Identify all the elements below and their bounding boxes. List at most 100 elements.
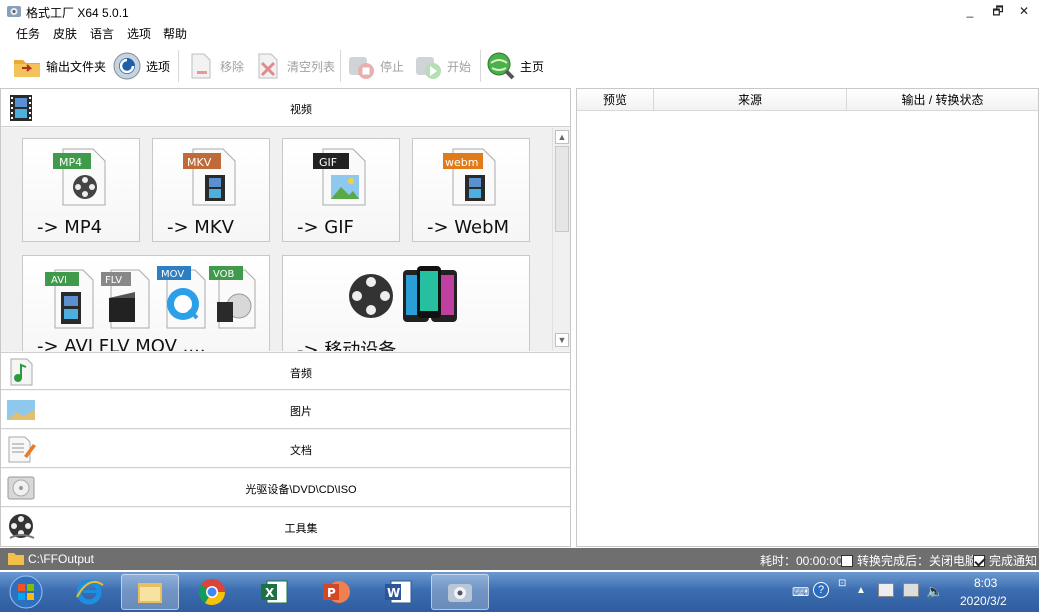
taskbar-excel[interactable]: X [245,574,303,610]
output-path[interactable]: C:\FFOutput [28,552,94,566]
network-icon[interactable] [903,583,919,597]
category-tools-label: 工具集 [284,523,318,535]
category-disc[interactable]: 光驱设备\DVD\CD\ISO [1,469,570,507]
internet-explorer-icon [76,579,104,605]
category-tools[interactable]: 工具集 [1,508,570,546]
video-format-grid: MP4 -> MP4 MKV -> MKV GIF -> GIF webm ->… [1,128,552,351]
language-bar-icon[interactable]: ⊡ [838,578,846,589]
scrollbar-thumb[interactable] [555,146,569,232]
folder-icon [138,583,162,603]
convert-to-gif-tile[interactable]: GIF -> GIF [282,138,400,242]
powerpoint-icon: P [323,581,350,603]
svg-text:webm: webm [445,156,478,169]
menu-bar: 任务 皮肤 语言 选项 帮助 [0,22,1039,42]
scroll-down-icon[interactable]: ▼ [555,333,569,347]
home-label: 主页 [520,59,545,74]
convert-to-mp4-tile[interactable]: MP4 -> MP4 [22,138,140,242]
taskbar-powerpoint[interactable]: P [307,574,365,610]
convert-to-webm-tile[interactable]: webm -> WebM [412,138,530,242]
webm-file-icon: webm [443,148,496,206]
window-title: 格式工厂 X64 5.0.1 [26,6,129,20]
menu-language[interactable]: 语言 [90,25,114,42]
output-folder-icon [8,553,24,565]
remove-button[interactable]: 移除 [186,48,244,84]
mp4-tile-label: -> MP4 [37,217,103,238]
mkv-tile-label: -> MKV [167,217,234,238]
svg-text:VOB: VOB [213,269,235,280]
category-disc-label: 光驱设备\DVD\CD\ISO [245,484,357,496]
convert-to-mobile-tile[interactable]: -> 移动设备 [282,255,530,351]
multi-format-file-icons: AVI FLV MOV VOB [45,266,256,329]
shutdown-checkbox[interactable] [841,555,853,567]
convert-to-avi-flv-mov-tile[interactable]: AVI FLV MOV VOB -> AVI FLV MOV .... [22,255,270,351]
minimize-button[interactable]: _ [957,2,983,20]
scroll-up-icon[interactable]: ▲ [555,130,569,144]
taskbar-word[interactable]: W [369,574,427,610]
notify-option[interactable]: 完成通知 [973,552,1037,569]
category-document[interactable]: 文档 [1,430,570,468]
clock-date[interactable]: 2020/3/2 [960,594,1007,608]
category-image[interactable]: 图片 [1,391,570,429]
remove-document-icon [191,53,211,79]
remove-label: 移除 [220,59,245,74]
start-button[interactable]: 开始 [413,48,471,84]
stop-icon [349,57,374,79]
volume-icon[interactable]: 🔈 [926,583,943,600]
svg-text:P: P [327,586,336,600]
category-video-label: 视频 [290,104,312,116]
show-hidden-icons[interactable]: ▲ [856,585,866,596]
category-document-label: 文档 [290,445,312,457]
options-label: 选项 [146,59,171,74]
output-folder-button[interactable]: 输出文件夹 [12,48,106,84]
mp4-file-icon: MP4 [53,148,106,206]
clear-list-button[interactable]: 清空列表 [253,48,335,84]
video-grid-scrollbar[interactable]: ▲ ▼ [552,128,570,351]
mobile-device-icon [349,266,457,322]
action-center-icon[interactable] [878,583,894,597]
column-preview[interactable]: 预览 [577,89,654,111]
conversion-categories-panel: 视频 MP4 -> MP4 MKV -> MKV GIF -> GIF webm… [0,88,571,547]
svg-text:X: X [265,586,275,600]
convert-to-mkv-tile[interactable]: MKV -> MKV [152,138,270,242]
title-bar: 格式工厂 X64 5.0.1 _ 🗗 ✕ [0,0,1039,22]
home-button[interactable]: 主页 [486,48,544,84]
word-icon: W [385,580,412,604]
format-factory-icon [448,584,472,602]
menu-skin[interactable]: 皮肤 [53,25,77,42]
toolbar-separator [480,50,481,82]
clock-time[interactable]: 8:03 [974,576,997,590]
taskbar-file-explorer[interactable] [121,574,179,610]
close-button[interactable]: ✕ [1011,2,1037,20]
task-list: 预览 来源 输出 / 转换状态 [576,88,1039,547]
menu-task[interactable]: 任务 [16,25,40,42]
notify-option-label: 完成通知 [989,554,1038,568]
category-video[interactable]: 视频 [1,89,570,127]
windows-taskbar: X P W ⌨ ? ⊡ ▲ 🔈 8:03 2020/3/2 [0,572,1039,612]
taskbar-format-factory[interactable] [431,574,489,610]
notify-checkbox[interactable] [973,555,985,567]
svg-text:W: W [387,586,400,600]
menu-options[interactable]: 选项 [127,25,151,42]
toolbar-separator [340,50,341,82]
options-button[interactable]: 选项 [112,48,170,84]
column-source[interactable]: 来源 [654,89,847,111]
elapsed-time: 耗时：00:00:00 [760,554,843,568]
restore-button[interactable]: 🗗 [985,2,1011,20]
shutdown-option[interactable]: 转换完成后：关闭电脑 [841,552,977,569]
shutdown-option-label: 转换完成后：关闭电脑 [857,554,978,568]
mobile-tile-label: -> 移动设备 [297,340,397,351]
gif-tile-label: -> GIF [297,217,354,238]
svg-text:FLV: FLV [105,275,122,286]
toolbar: 输出文件夹 选项 移除 清空列表 停止 开始 主页 [0,44,1039,88]
category-audio-label: 音频 [290,368,312,380]
menu-help[interactable]: 帮助 [163,25,187,42]
stop-button[interactable]: 停止 [346,48,404,84]
category-audio[interactable]: 音频 [1,352,570,390]
taskbar-chrome[interactable] [183,574,241,610]
start-menu-button[interactable] [4,574,48,610]
help-icon[interactable]: ? [813,582,829,598]
windows-logo-icon [9,575,43,609]
taskbar-internet-explorer[interactable] [60,574,118,610]
column-output-status[interactable]: 输出 / 转换状态 [847,89,1038,111]
keyboard-icon[interactable]: ⌨ [792,585,809,599]
